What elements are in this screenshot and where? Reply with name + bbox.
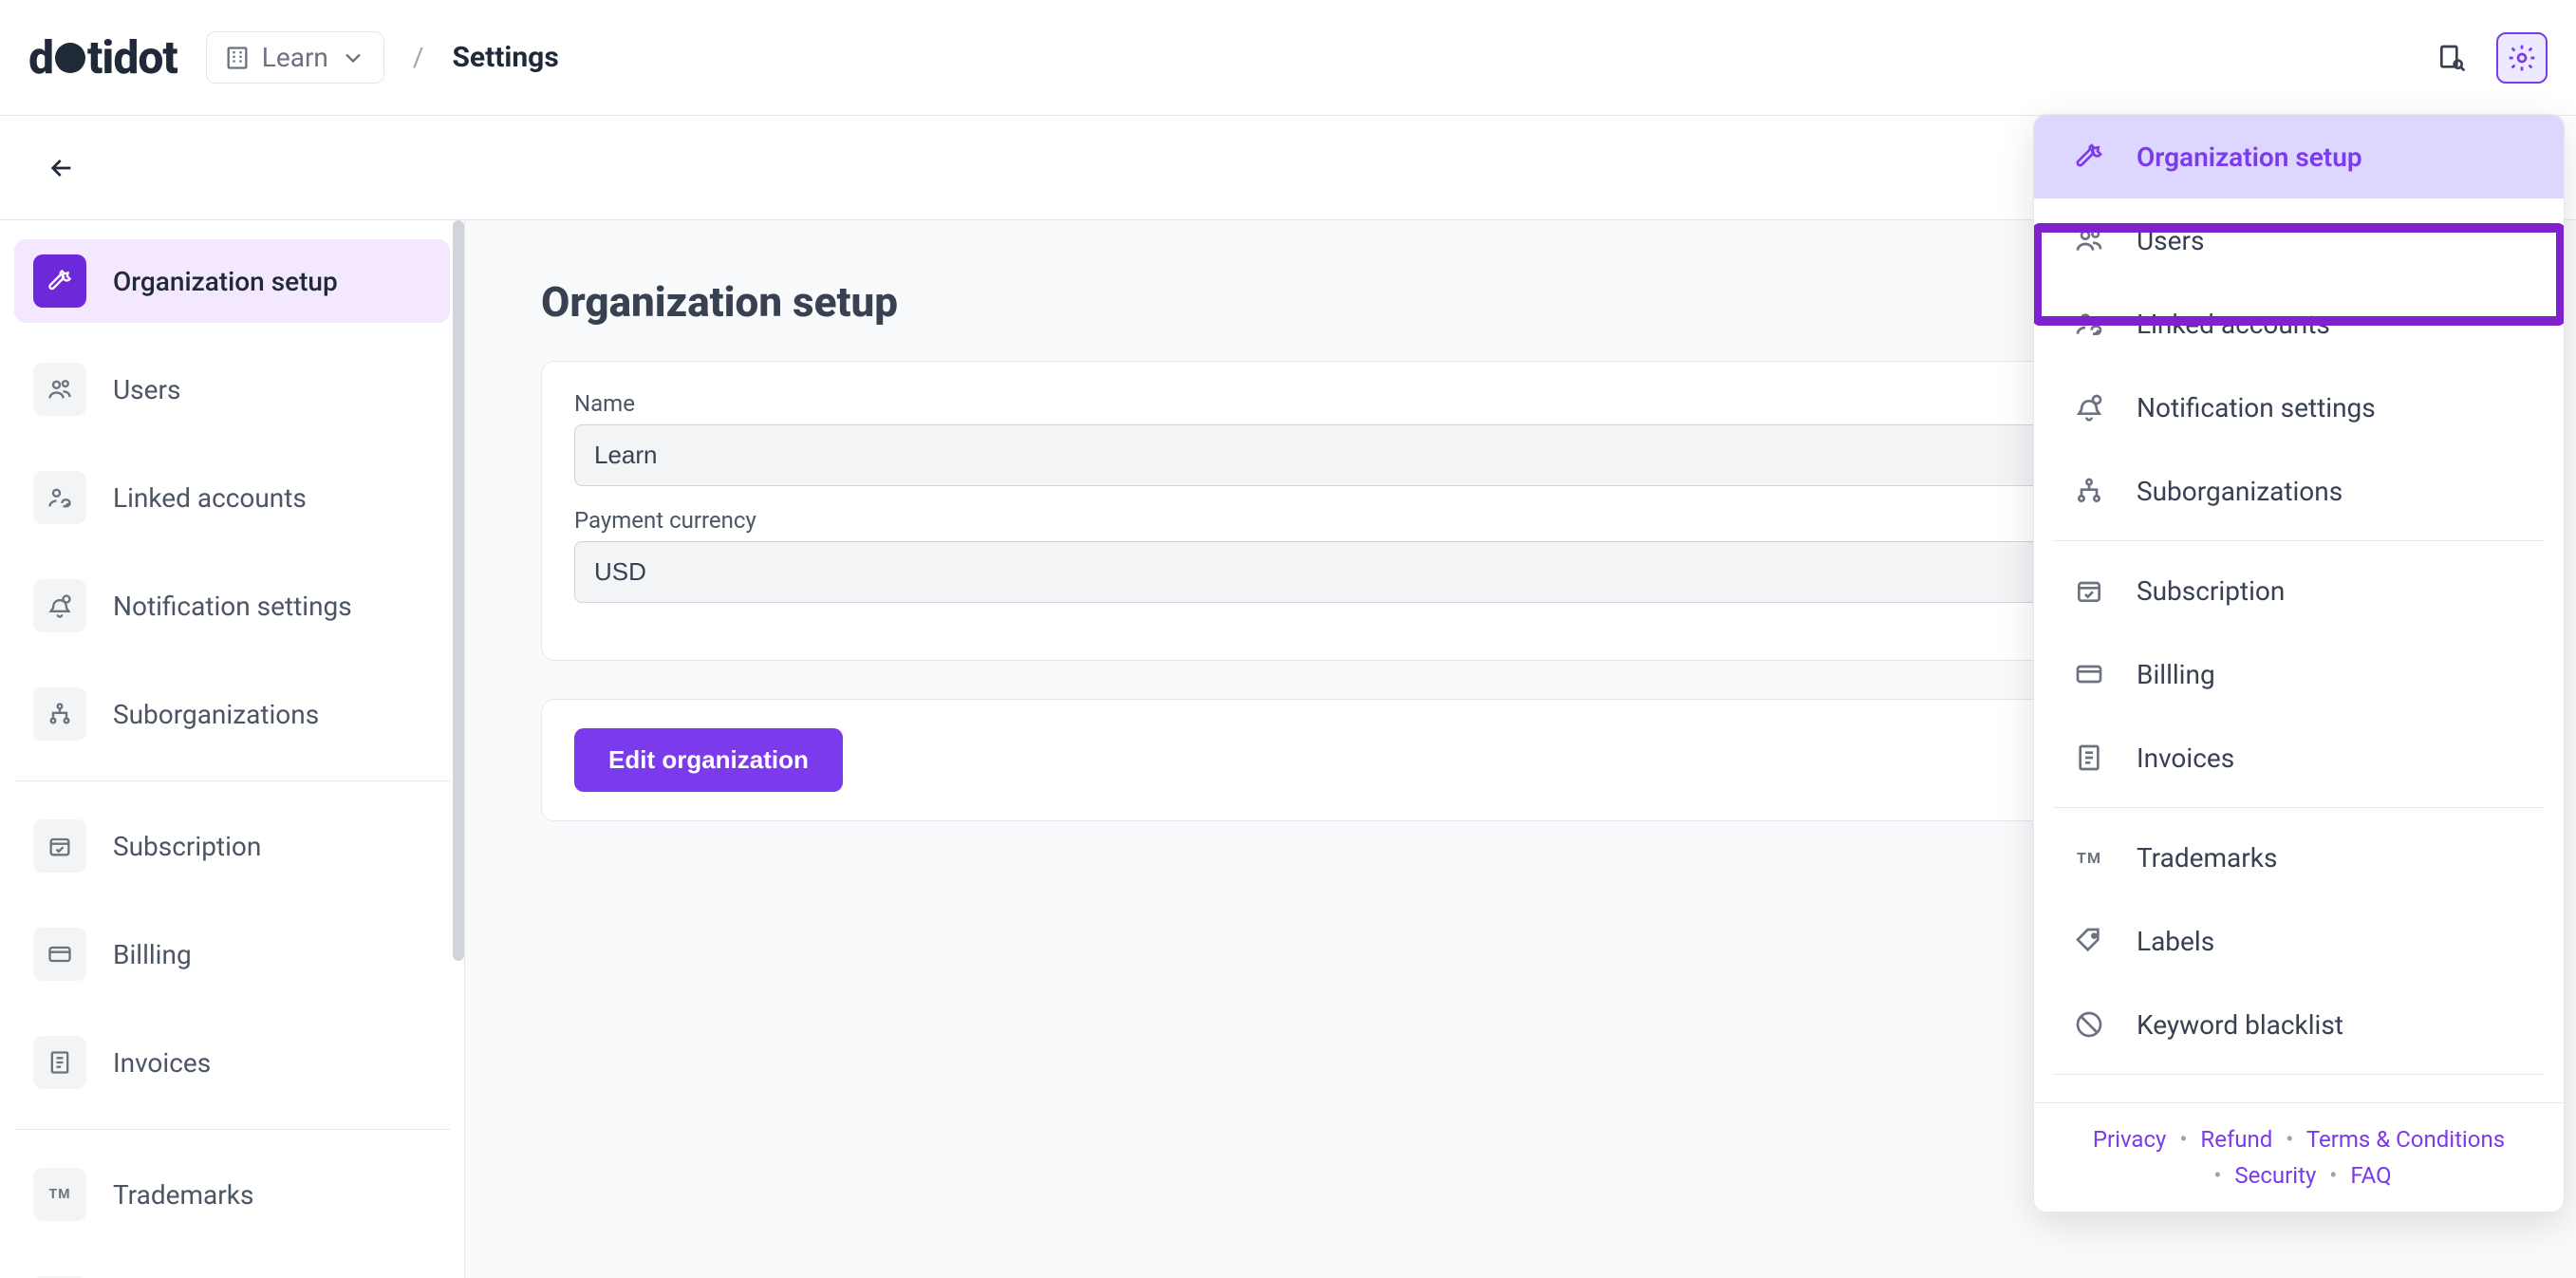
sidebar-item-label: Notification settings xyxy=(113,591,352,622)
tm-icon: TM xyxy=(33,1168,86,1221)
sidebar: Organization setup Users Linked accounts… xyxy=(0,220,465,1278)
dropdown-item-trademarks[interactable]: TM Trademarks xyxy=(2034,816,2564,899)
building-icon xyxy=(224,45,251,71)
dropdown-item-label: Users xyxy=(2137,225,2204,256)
sidebar-item-label: Invoices xyxy=(113,1047,211,1079)
sidebar-scroll-thumb[interactable] xyxy=(453,220,464,961)
dropdown-item-billing[interactable]: Billling xyxy=(2034,632,2564,716)
footer-sep: • xyxy=(2329,1162,2337,1189)
dropdown-item-suborganizations[interactable]: Suborganizations xyxy=(2034,449,2564,533)
org-tree-icon xyxy=(2072,474,2106,508)
dropdown-divider xyxy=(2053,1074,2545,1075)
sidebar-divider xyxy=(14,1129,450,1130)
dropdown-divider xyxy=(2053,540,2545,541)
chevron-down-icon xyxy=(340,45,366,71)
sidebar-item-suborganizations[interactable]: Suborganizations xyxy=(14,672,450,756)
sidebar-item-label: Trademarks xyxy=(113,1179,253,1211)
box-check-icon xyxy=(2072,573,2106,608)
dropdown-item-users[interactable]: Users xyxy=(2034,198,2564,282)
footer-link-faq[interactable]: FAQ xyxy=(2350,1162,2391,1189)
sidebar-divider xyxy=(14,780,450,781)
dropdown-item-label: Organization setup xyxy=(2137,141,2362,173)
dropdown-item-label: Labels xyxy=(2137,926,2214,957)
user-link-icon xyxy=(2072,307,2106,341)
dropdown-item-keyword-blacklist[interactable]: Keyword blacklist xyxy=(2034,983,2564,1066)
users-icon xyxy=(33,363,86,416)
logo[interactable]: dtidot xyxy=(28,30,177,85)
footer-sep: • xyxy=(2286,1126,2293,1153)
edit-organization-button[interactable]: Edit organization xyxy=(574,728,843,792)
sidebar-item-label: Organization setup xyxy=(113,266,338,297)
dropdown-item-label: Subscription xyxy=(2137,575,2285,607)
dropdown-item-label: Invoices xyxy=(2137,742,2234,774)
dropdown-item-label: Suborganizations xyxy=(2137,476,2343,507)
arrow-left-icon xyxy=(47,153,77,183)
box-check-icon xyxy=(33,819,86,873)
bell-settings-icon xyxy=(2072,390,2106,424)
logo-dot-icon xyxy=(55,43,85,73)
dropdown-item-label: Billling xyxy=(2137,659,2215,690)
sidebar-item-linked-accounts[interactable]: Linked accounts xyxy=(14,456,450,539)
dropdown-item-label: Trademarks xyxy=(2137,842,2277,874)
sidebar-item-labels[interactable]: Labels xyxy=(14,1261,450,1278)
user-link-icon xyxy=(33,471,86,524)
dropdown-item-label: Keyword blacklist xyxy=(2137,1009,2343,1041)
org-tree-icon xyxy=(33,687,86,741)
wrench-icon xyxy=(2072,140,2106,174)
dropdown-item-subscription[interactable]: Subscription xyxy=(2034,549,2564,632)
wrench-icon xyxy=(33,254,86,308)
sidebar-item-billing[interactable]: Billling xyxy=(14,912,450,996)
dropdown-scroll[interactable]: Organization setup Users Linked accounts… xyxy=(2034,115,2564,1102)
breadcrumb-separator: / xyxy=(413,42,424,73)
footer-link-security[interactable]: Security xyxy=(2234,1162,2316,1189)
doc-search-icon xyxy=(2436,43,2467,73)
breadcrumb-current: Settings xyxy=(452,41,558,74)
settings-gear-button[interactable] xyxy=(2496,32,2548,84)
bell-settings-icon xyxy=(33,579,86,632)
sidebar-item-invoices[interactable]: Invoices xyxy=(14,1021,450,1104)
footer-sep: • xyxy=(2179,1126,2187,1153)
sidebar-item-label: Subscription xyxy=(113,831,261,862)
dropdown-item-label: Linked accounts xyxy=(2137,309,2330,340)
dropdown-item-organization-setup[interactable]: Organization setup xyxy=(2034,115,2564,198)
sidebar-item-subscription[interactable]: Subscription xyxy=(14,804,450,888)
sidebar-item-label: Suborganizations xyxy=(113,699,319,730)
org-name: Learn xyxy=(262,42,328,73)
credit-card-icon xyxy=(2072,657,2106,691)
invoice-icon xyxy=(33,1036,86,1089)
sidebar-item-notification-settings[interactable]: Notification settings xyxy=(14,564,450,648)
org-selector[interactable]: Learn xyxy=(206,31,384,84)
header-left: dtidot Learn / Settings xyxy=(28,30,559,85)
footer-link-privacy[interactable]: Privacy xyxy=(2093,1126,2167,1153)
dropdown-item-labels[interactable]: Labels xyxy=(2034,899,2564,983)
credit-card-icon xyxy=(33,928,86,981)
dropdown-item-label: Notification settings xyxy=(2137,392,2376,423)
sidebar-item-label: Billling xyxy=(113,939,192,970)
sidebar-item-trademarks[interactable]: TM Trademarks xyxy=(14,1153,450,1236)
tag-icon xyxy=(2072,924,2106,958)
back-button[interactable] xyxy=(38,144,85,192)
settings-dropdown: Organization setup Users Linked accounts… xyxy=(2033,114,2565,1212)
footer-link-terms[interactable]: Terms & Conditions xyxy=(2306,1126,2505,1153)
dropdown-item-notification-settings[interactable]: Notification settings xyxy=(2034,366,2564,449)
sidebar-item-users[interactable]: Users xyxy=(14,348,450,431)
search-doc-button[interactable] xyxy=(2426,32,2477,84)
invoice-icon xyxy=(2072,741,2106,775)
header-right xyxy=(2426,32,2548,84)
blocked-icon xyxy=(2072,1007,2106,1042)
gear-icon xyxy=(2507,43,2537,73)
sidebar-item-label: Users xyxy=(113,374,180,405)
footer-sep: • xyxy=(2213,1162,2221,1189)
dropdown-footer: Privacy • Refund • Terms & Conditions • … xyxy=(2034,1102,2564,1212)
dropdown-divider xyxy=(2053,807,2545,808)
dropdown-item-invoices[interactable]: Invoices xyxy=(2034,716,2564,799)
sidebar-scrollbar[interactable] xyxy=(453,220,464,1278)
sidebar-item-label: Linked accounts xyxy=(113,482,307,514)
sidebar-item-organization-setup[interactable]: Organization setup xyxy=(14,239,450,323)
tm-icon: TM xyxy=(2072,840,2106,874)
dropdown-item-linked-accounts[interactable]: Linked accounts xyxy=(2034,282,2564,366)
footer-link-refund[interactable]: Refund xyxy=(2200,1126,2272,1153)
top-header: dtidot Learn / Settings xyxy=(0,0,2576,116)
users-icon xyxy=(2072,223,2106,257)
